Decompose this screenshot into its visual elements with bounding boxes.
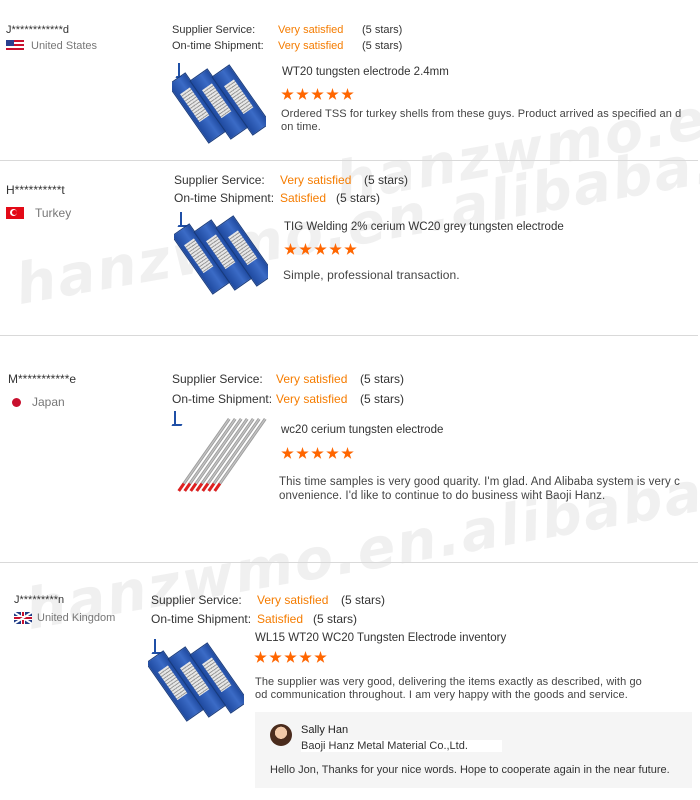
rating-label: On-time Shipment: [172,392,273,406]
rating-stars-text: (5 stars) [362,24,403,36]
shipment-rating: On-time Shipment: Satisfied (5 stars) [174,191,380,205]
rating-label: Supplier Service: [174,173,265,187]
supplier-service-rating: Supplier Service: Very satisfied (5 stars) [151,593,385,607]
product-image[interactable] [148,636,244,728]
rating-stars-text: (5 stars) [313,612,358,626]
review-comment: The supplier was very good, delivering t… [255,676,642,701]
buyer-name: J*********n [14,594,65,606]
star-icon [314,651,327,663]
star-icon [269,651,282,663]
rating-value: Very satisfied [257,593,329,607]
buyer-country: Japan [8,395,76,409]
shipment-rating: On-time Shipment: Very satisfied (5 stars) [172,392,404,406]
buyer-info: J************d United States [6,24,97,52]
supplier-service-rating: Supplier Service: Very satisfied (5 stars) [174,173,408,187]
country-name: Turkey [35,206,72,220]
watermark: hanzwmo.en.alibaba.com [10,107,700,318]
buyer-info: J*********n United Kingdom [14,594,115,624]
supplier-service-rating: Supplier Service: Very satisfied (5 stars) [172,24,402,36]
buyer-country: Turkey [6,206,71,220]
star-icon [284,243,297,255]
star-icon [344,243,357,255]
review-divider [0,562,698,563]
us-flag-icon [6,40,24,52]
country-name: United Kingdom [37,612,116,624]
shipment-rating: On-time Shipment: Satisfied (5 stars) [151,612,357,626]
product-image[interactable] [172,60,266,146]
rating-label: Supplier Service: [172,372,263,386]
rating-label: On-time Shipment: [174,191,275,205]
reply-company: Baoji Hanz Metal Material Co.,Ltd. [301,740,502,752]
product-title[interactable]: WL15 WT20 WC20 Tungsten Electrode invent… [255,632,506,644]
rating-stars-text: (5 stars) [362,40,403,52]
review-comment: Ordered TSS for turkey shells from these… [281,108,682,133]
star-icon [341,88,354,100]
star-icon [311,88,324,100]
rating-value: Very satisfied [276,392,348,406]
star-icon [314,243,327,255]
buyer-name: M***********e [8,372,77,386]
rating-value: Very satisfied [278,40,344,52]
country-name: Japan [32,395,65,409]
supplier-reply: Sally Han Baoji Hanz Metal Material Co.,… [255,712,692,788]
rating-label: Supplier Service: [172,24,256,36]
buyer-info: M***********e Japan [8,372,76,409]
review-divider [0,335,698,336]
brand-logo-icon [172,411,186,427]
review-divider [0,160,698,161]
shipment-rating: On-time Shipment: Very satisfied (5 stars) [172,40,402,52]
review-comment: Simple, professional transaction. [283,268,460,282]
avatar [270,724,292,746]
rating-label: On-time Shipment: [151,612,252,626]
star-icon [281,447,294,459]
rating-stars-text: (5 stars) [341,593,386,607]
review-comment: This time samples is very good quarity. … [279,476,680,502]
star-icon [281,88,294,100]
star-icon [341,447,354,459]
buyer-name: H**********t [6,183,65,197]
buyer-info: H**********t Turkey [6,183,71,220]
star-icon [326,88,339,100]
rating-label: On-time Shipment: [172,40,264,52]
jp-flag-icon [12,397,21,407]
rating-stars-text: (5 stars) [336,191,381,205]
rating-stars-text: (5 stars) [360,372,405,386]
buyer-country: United States [6,40,97,52]
star-icon [296,88,309,100]
star-rating [254,651,327,664]
star-rating [284,243,357,256]
buyer-country: United Kingdom [14,612,115,624]
rating-value: Satisfied [280,191,327,205]
product-title[interactable]: TIG Welding 2% cerium WC20 grey tungsten… [284,221,564,233]
star-icon [299,651,312,663]
rating-value: Very satisfied [278,24,344,36]
product-image[interactable] [168,408,268,504]
product-title[interactable]: WT20 tungsten electrode 2.4mm [282,66,449,78]
rating-value: Very satisfied [276,372,348,386]
star-icon [254,651,267,663]
rating-value: Satisfied [257,612,304,626]
tr-flag-icon [6,207,24,219]
star-icon [284,651,297,663]
rating-label: Supplier Service: [151,593,242,607]
product-title[interactable]: wc20 cerium tungsten electrode [281,424,443,436]
watermark: hanzwmo.en.alibaba.com [20,432,700,643]
star-icon [326,447,339,459]
reply-author-name: Sally Han [301,724,349,736]
star-icon [329,243,342,255]
product-image[interactable] [174,209,268,295]
star-rating [281,88,354,101]
star-rating [281,447,354,460]
star-icon [299,243,312,255]
uk-flag-icon [14,612,32,624]
buyer-name: J************d [6,24,69,36]
country-name: United States [31,40,98,52]
rating-stars-text: (5 stars) [364,173,409,187]
supplier-service-rating: Supplier Service: Very satisfied (5 stars) [172,372,404,386]
rating-stars-text: (5 stars) [360,392,405,406]
star-icon [311,447,324,459]
reply-text: Hello Jon, Thanks for your nice words. H… [270,764,670,776]
rating-value: Very satisfied [280,173,352,187]
star-icon [296,447,309,459]
